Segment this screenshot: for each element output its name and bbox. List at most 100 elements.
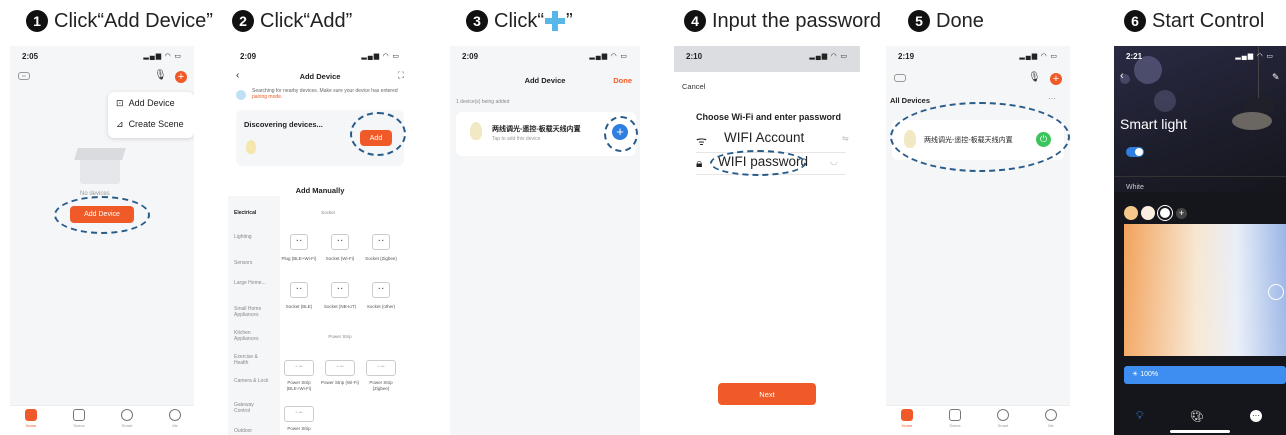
device-type-label: Socket (NB-IoT)	[323, 304, 357, 309]
step-text: Done	[936, 9, 984, 32]
tab-label: Home	[901, 423, 913, 428]
step-text: Click“Add”	[260, 9, 353, 32]
category-item[interactable]: Camera & Lock	[234, 378, 270, 384]
tab-home[interactable]: Home	[16, 409, 46, 428]
back-icon[interactable]: ‹	[1120, 70, 1124, 82]
bulb-icon	[470, 122, 482, 140]
wifi-account-field[interactable]: WIFI Account	[724, 130, 804, 145]
status-icons: ▂▄▆ ◠ ▭	[589, 53, 628, 60]
tab-label: Scene	[949, 423, 961, 428]
home-selector-icon[interactable]: ▭	[18, 72, 30, 80]
page-title: Add Device	[524, 76, 566, 85]
add-icon[interactable]: +	[175, 71, 187, 83]
screen-add-device: 2:09 ▂▄▆ ◠ ▭ ‹ Add Device ⛶ Searching for…	[228, 46, 412, 435]
tab-smart[interactable]: Smart	[988, 409, 1018, 428]
microphone-icon[interactable]: 🎙	[1028, 72, 1041, 83]
device-type-label: Power Strip (Zigbee)	[369, 380, 393, 391]
category-item[interactable]: Kitchen Appliances	[234, 330, 270, 342]
light-bulb-tab-icon[interactable]: 💡︎	[1136, 410, 1144, 423]
bokeh-decoration	[1154, 90, 1176, 112]
step-text: Click“	[494, 9, 544, 32]
category-item[interactable]: Lighting	[234, 234, 270, 240]
tab-scene[interactable]: Scene	[64, 409, 94, 428]
neutral-preset[interactable]	[1141, 206, 1155, 220]
device-icon: ⊡	[116, 98, 124, 108]
scan-icon[interactable]: ⛶	[398, 70, 404, 81]
screen-wifi-password: 2:10 ▂▄▆ ◠ ▭ Cancel Choose Wi-Fi and ente…	[674, 46, 860, 435]
step-text: Click“Add Device”	[54, 9, 213, 32]
edit-icon[interactable]: ✎	[1272, 72, 1280, 83]
status-icons: ▂▄▆ ◠ ▭	[361, 53, 400, 60]
add-icon[interactable]: +	[1050, 73, 1062, 85]
microphone-icon[interactable]: 🎙	[154, 70, 167, 81]
search-hint: Searching for nearby devices. Make sure …	[252, 88, 398, 100]
status-time: 2:09	[240, 52, 257, 61]
category-item[interactable]: Large Home...	[234, 280, 270, 286]
all-devices-label: All Devices	[890, 96, 931, 105]
socket-icon[interactable]: ▪ ▪	[331, 234, 349, 250]
tab-scene[interactable]: Scene	[940, 409, 970, 428]
switch-network-icon[interactable]: ⇋	[842, 134, 849, 143]
tab-home[interactable]: Home	[892, 409, 922, 428]
more-tab-icon[interactable]: ···	[1250, 410, 1262, 422]
color-temperature-panel[interactable]	[1124, 224, 1286, 356]
device-type-label: Socket (Wi-Fi)	[325, 256, 355, 261]
socket-icon[interactable]: ▪ ▪	[331, 282, 349, 298]
add-device-menu-item[interactable]: ⊡ Add Device	[116, 98, 175, 109]
highlight-ring	[54, 196, 150, 234]
power-toggle[interactable]	[1126, 147, 1144, 157]
status-time: 2:21	[1126, 52, 1143, 61]
more-icon[interactable]: ···	[1048, 94, 1056, 103]
tab-me[interactable]: Me	[1036, 409, 1066, 428]
socket-icon[interactable]: ▪ ▪	[372, 282, 390, 298]
tab-label: Me	[1048, 423, 1054, 428]
pairing-mode-link[interactable]: pairing mode	[252, 94, 281, 100]
add-manually-heading: Add Manually	[295, 186, 345, 195]
status-icons: ▂▄▆ ◠ ▭	[1019, 53, 1058, 60]
device-type-label: Socket (other)	[366, 304, 396, 309]
category-item[interactable]: Electrical	[234, 210, 270, 216]
socket-icon[interactable]: ▪ ▪	[290, 282, 308, 298]
tab-smart[interactable]: Smart	[112, 409, 142, 428]
plus-icon	[545, 11, 565, 31]
cancel-button[interactable]: Cancel	[682, 82, 705, 91]
category-item[interactable]: Exercise & Health	[234, 354, 270, 366]
next-button[interactable]: Next	[718, 383, 816, 405]
scene-icon	[949, 409, 961, 421]
device-type-label: Plug (BLE+Wi-Fi)	[281, 256, 317, 261]
tab-me[interactable]: Me	[160, 409, 190, 428]
divider	[1114, 176, 1286, 177]
power-strip-icon[interactable]: ▫ ▫▫	[284, 406, 314, 422]
done-button[interactable]: Done	[613, 76, 632, 85]
menu-label: Create Scene	[128, 119, 184, 129]
wifi-heading: Choose Wi-Fi and enter password	[696, 112, 841, 122]
warm-preset[interactable]	[1124, 206, 1138, 220]
device-type-label: Socket (Zigbee)	[365, 256, 397, 261]
cool-preset[interactable]	[1158, 206, 1172, 220]
add-menu: ⊡ Add Device ⊿ Create Scene	[108, 92, 194, 138]
show-password-icon[interactable]: ◡	[830, 156, 838, 167]
tab-label: Me	[172, 423, 178, 428]
home-selector-icon[interactable]	[894, 74, 906, 82]
add-preset-icon[interactable]: +	[1176, 208, 1187, 219]
socket-icon[interactable]: ▪ ▪	[290, 234, 308, 250]
category-item[interactable]: Gateway Control	[234, 402, 270, 414]
brightness-slider[interactable]: ☀ 100%	[1124, 366, 1286, 384]
screen-device-list: 2:19 ▂▄▆ ◠ ▭ 🎙 + All Devices ··· 两线调光-遥控-…	[886, 46, 1070, 435]
category-item[interactable]: Sensors	[234, 260, 270, 266]
temperature-handle[interactable]	[1268, 284, 1284, 300]
page-title: Smart light	[1120, 116, 1187, 132]
power-strip-icon[interactable]: ▫ ▫▫	[325, 360, 355, 376]
device-type-label: Socket (BLE)	[285, 304, 313, 309]
step-text: Start Control	[1152, 9, 1265, 32]
socket-icon[interactable]: ▪ ▪	[372, 234, 390, 250]
smart-icon	[997, 409, 1009, 421]
power-strip-icon[interactable]: ▫ ▫▫	[366, 360, 396, 376]
scene-icon	[73, 409, 85, 421]
screen-device-adding: 2:09 ▂▄▆ ◠ ▭ Add Device Done 1 device(s) …	[450, 46, 640, 435]
category-item[interactable]: Small Home Appliances	[234, 306, 270, 318]
palette-tab-icon[interactable]: 🎨︎	[1190, 410, 1204, 423]
power-strip-icon[interactable]: ▫ ▫▫	[284, 360, 314, 376]
create-scene-menu-item[interactable]: ⊿ Create Scene	[116, 119, 184, 130]
category-item[interactable]: Outdoor	[234, 428, 270, 434]
